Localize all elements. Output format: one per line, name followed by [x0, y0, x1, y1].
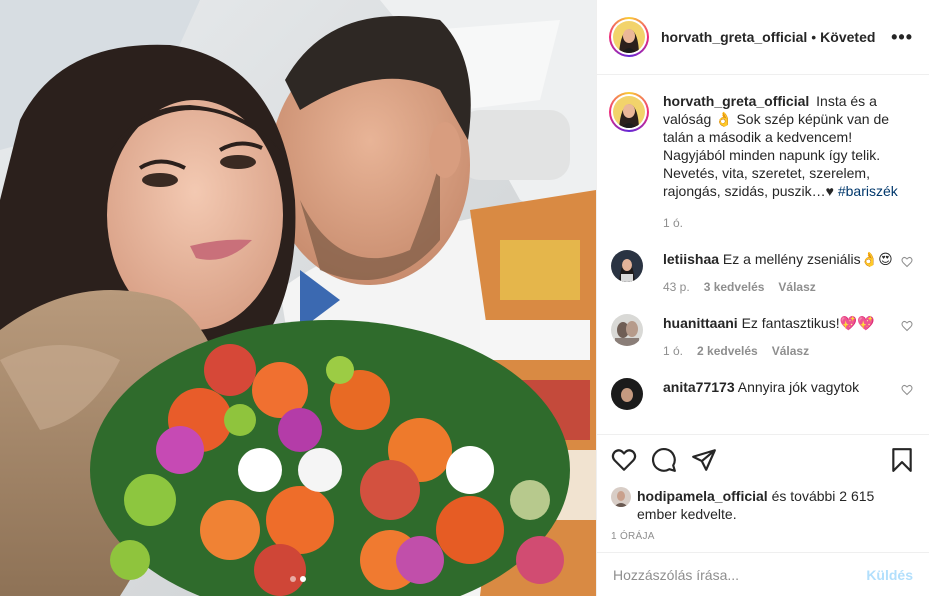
small-heart-icon[interactable]	[901, 320, 913, 332]
small-heart-icon[interactable]	[901, 384, 913, 396]
reply-button[interactable]: Válasz	[778, 278, 815, 296]
comments-list[interactable]: horvath_greta_official Insta és a valósá…	[597, 76, 929, 433]
comment-item: anita77173 Annyira jók vagytok	[609, 378, 913, 410]
couple-photo-illustration	[0, 0, 596, 596]
carousel-dot-active	[300, 576, 306, 582]
carousel-indicator	[0, 576, 596, 582]
comment-username[interactable]: anita77173	[663, 379, 735, 395]
post-header: horvath_greta_official • Követed •••	[597, 0, 929, 75]
comment-icon[interactable]	[651, 447, 677, 473]
comment-text: Annyira jók vagytok	[737, 379, 860, 395]
heart-icon[interactable]	[611, 447, 637, 473]
comment-text: Ez fantasztikus!💖💖	[741, 315, 875, 331]
more-options-icon[interactable]: •••	[891, 27, 913, 48]
post-timestamp[interactable]: 1 ÓRÁJA	[611, 531, 915, 542]
author-avatar[interactable]	[609, 17, 649, 57]
share-icon[interactable]	[691, 447, 717, 473]
bookmark-icon[interactable]	[889, 447, 915, 473]
comment-likes[interactable]: 2 kedvelés	[697, 342, 758, 360]
comment-age[interactable]: 43 p.	[663, 278, 690, 296]
caption-username[interactable]: horvath_greta_official	[663, 93, 809, 109]
small-heart-icon[interactable]	[901, 256, 913, 268]
caption-avatar[interactable]	[609, 92, 649, 132]
author-username[interactable]: horvath_greta_official	[661, 29, 807, 45]
caption: horvath_greta_official Insta és a valósá…	[609, 92, 913, 232]
comment-item: letiishaa Ez a mellény zseniális👌😍 43 p.…	[609, 250, 913, 296]
commenter-avatar[interactable]	[611, 250, 643, 282]
comment-likes[interactable]: 3 kedvelés	[704, 278, 765, 296]
comment-username[interactable]: huanittaani	[663, 315, 738, 331]
comment-input[interactable]	[613, 566, 867, 583]
commenter-avatar[interactable]	[611, 378, 643, 410]
commenter-avatar[interactable]	[611, 314, 643, 346]
carousel-dot	[290, 576, 296, 582]
caption-hashtag[interactable]: #bariszék	[838, 183, 898, 199]
avatar-image	[613, 21, 645, 53]
avatar-image	[613, 96, 645, 128]
caption-timestamp[interactable]: 1 ó.	[663, 214, 913, 232]
likes-summary: hodipamela_official és további 2 615 emb…	[611, 487, 915, 523]
post-photo[interactable]	[0, 0, 596, 596]
post-comment-button[interactable]: Küldés	[866, 567, 913, 583]
comment-username[interactable]: letiishaa	[663, 251, 719, 267]
comment-age[interactable]: 1 ó.	[663, 342, 683, 360]
add-comment-bar: Küldés	[597, 552, 929, 596]
caption-body: horvath_greta_official Insta és a valósá…	[663, 92, 913, 232]
liker-username[interactable]: hodipamela_official	[637, 488, 768, 504]
separator-dot: •	[811, 29, 817, 45]
post-sidebar: horvath_greta_official • Követed ••• hor…	[597, 0, 929, 596]
follow-status-button[interactable]: Követed	[820, 29, 875, 45]
reply-button[interactable]: Válasz	[772, 342, 809, 360]
comment-text: Ez a mellény zseniális👌😍	[722, 251, 893, 267]
comment-item: huanittaani Ez fantasztikus!💖💖 1 ó. 2 ke…	[609, 314, 913, 360]
liker-avatar[interactable]	[611, 487, 631, 507]
